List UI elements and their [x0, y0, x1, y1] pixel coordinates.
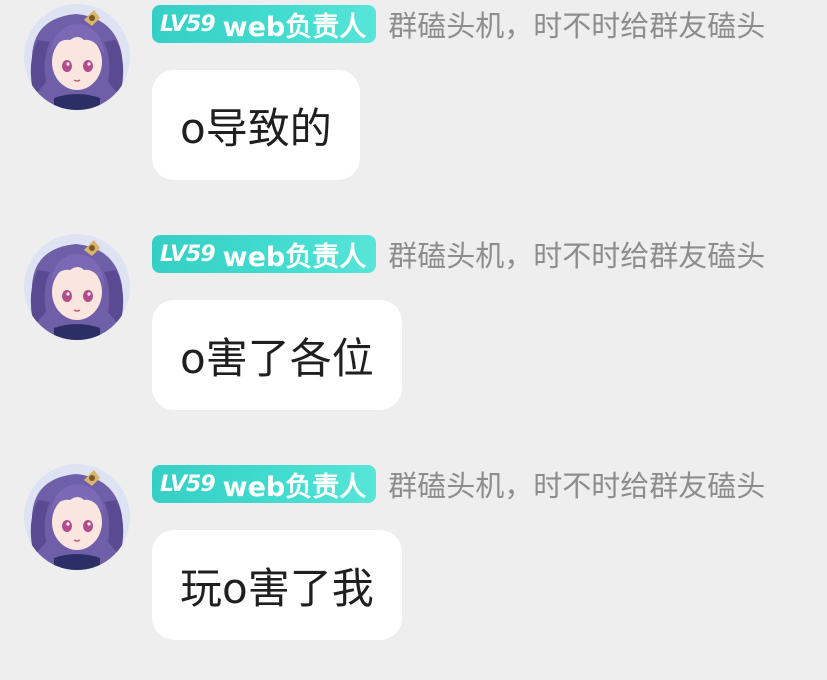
message-bubble[interactable]: 玩o害了我 [152, 530, 402, 640]
member-title-badge[interactable]: LV59 web负责人 [152, 5, 377, 43]
avatar-image [24, 464, 130, 570]
member-title: web负责人 [222, 11, 367, 43]
message-text: o导致的 [180, 103, 332, 153]
sender-nickname[interactable]: 群磕头机，时不时给群友磕头 [388, 463, 765, 505]
chat-message: LV59 web负责人 群磕头机，时不时给群友磕头 o导致的 [0, 0, 827, 220]
sender-nickname[interactable]: 群磕头机，时不时给群友磕头 [388, 3, 765, 45]
avatar-image [24, 234, 130, 340]
chat-message: LV59 web负责人 群磕头机，时不时给群友磕头 玩o害了我 [0, 460, 827, 680]
chat-message-list: LV59 web负责人 群磕头机，时不时给群友磕头 o导致的 LV59 web负… [0, 0, 827, 653]
level-label: LV59 [160, 241, 216, 267]
message-text: 玩o害了我 [180, 563, 374, 613]
member-title: web负责人 [222, 471, 367, 503]
level-label: LV59 [160, 11, 216, 37]
avatar[interactable] [24, 234, 130, 340]
chat-message: LV59 web负责人 群磕头机，时不时给群友磕头 o害了各位 [0, 230, 827, 450]
member-title: web负责人 [222, 241, 367, 273]
member-title-badge[interactable]: LV59 web负责人 [152, 235, 377, 273]
message-bubble[interactable]: o导致的 [152, 70, 360, 180]
sender-header: LV59 web负责人 群磕头机，时不时给群友磕头 [152, 4, 765, 44]
sender-nickname[interactable]: 群磕头机，时不时给群友磕头 [388, 233, 765, 275]
avatar-image [24, 4, 130, 110]
sender-header: LV59 web负责人 群磕头机，时不时给群友磕头 [152, 234, 765, 274]
message-text: o害了各位 [180, 333, 374, 383]
message-bubble[interactable]: o害了各位 [152, 300, 402, 410]
avatar[interactable] [24, 464, 130, 570]
avatar[interactable] [24, 4, 130, 110]
level-label: LV59 [160, 471, 216, 497]
sender-header: LV59 web负责人 群磕头机，时不时给群友磕头 [152, 464, 765, 504]
member-title-badge[interactable]: LV59 web负责人 [152, 465, 377, 503]
